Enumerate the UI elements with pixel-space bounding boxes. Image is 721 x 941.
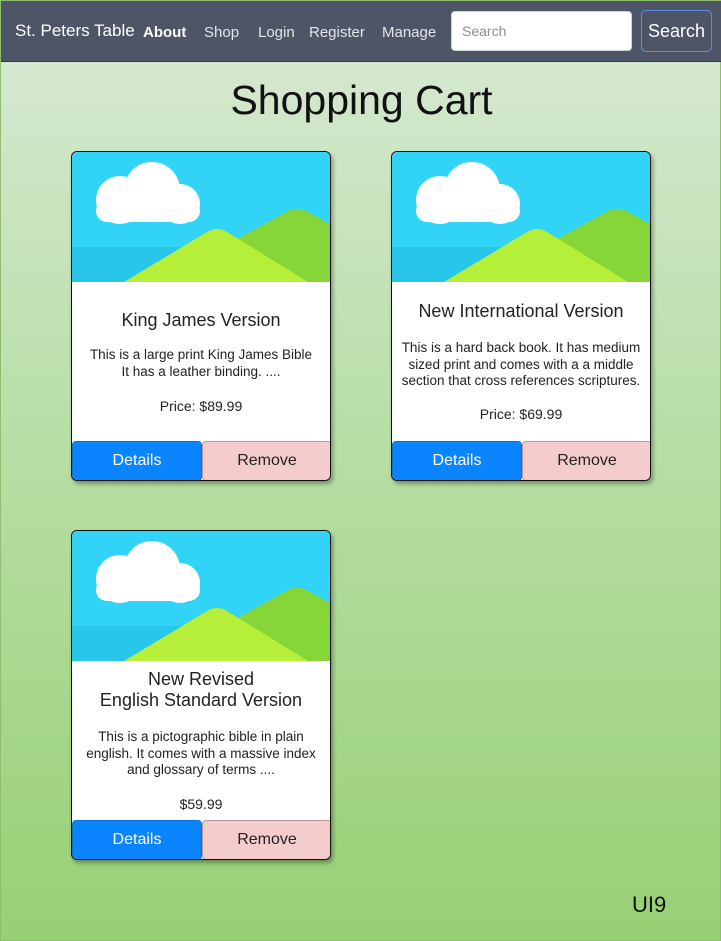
card-title: King James Version	[121, 310, 281, 330]
cart-item-card: New International Version This is a hard…	[391, 151, 651, 481]
card-description: This is a pictographic bible in plain en…	[86, 729, 316, 777]
card-description: This is a large print King James Bible I…	[89, 347, 313, 379]
card-price: Price: $69.99	[479, 406, 563, 422]
details-button[interactable]: Details	[72, 441, 202, 480]
nav-about-link[interactable]: About	[143, 24, 186, 41]
card-title: New Revised English Standard Version	[99, 669, 303, 710]
nav-register-link[interactable]: Register	[309, 24, 365, 41]
brand-link[interactable]: St. Peters Table	[15, 21, 135, 41]
remove-button[interactable]: Remove	[202, 820, 330, 859]
remove-button[interactable]: Remove	[522, 441, 650, 480]
details-button[interactable]: Details	[392, 441, 522, 480]
details-button[interactable]: Details	[72, 820, 202, 859]
card-price: $59.99	[179, 796, 223, 812]
nav-manage-link[interactable]: Manage	[382, 24, 436, 41]
cart-item-card: King James Version This is a large print…	[71, 151, 331, 481]
card-price: Price: $89.99	[159, 398, 243, 414]
search-button[interactable]: Search	[641, 10, 712, 52]
cart-item-card: New Revised English Standard Version Thi…	[71, 530, 331, 860]
landscape-placeholder-icon	[392, 152, 650, 282]
nav-login-link[interactable]: Login	[258, 24, 295, 41]
card-description: This is a hard back book. It has medium …	[401, 340, 641, 388]
screen-id-label: UI9	[632, 892, 667, 917]
search-input[interactable]	[451, 11, 632, 51]
navbar: St. Peters Table About Shop Login Regist…	[1, 1, 721, 62]
card-title: New International Version	[418, 301, 624, 321]
remove-button[interactable]: Remove	[202, 441, 330, 480]
landscape-placeholder-icon	[72, 152, 330, 282]
nav-shop-link[interactable]: Shop	[204, 24, 239, 41]
page-title: Shopping Cart	[230, 77, 493, 123]
landscape-placeholder-icon	[72, 531, 330, 661]
